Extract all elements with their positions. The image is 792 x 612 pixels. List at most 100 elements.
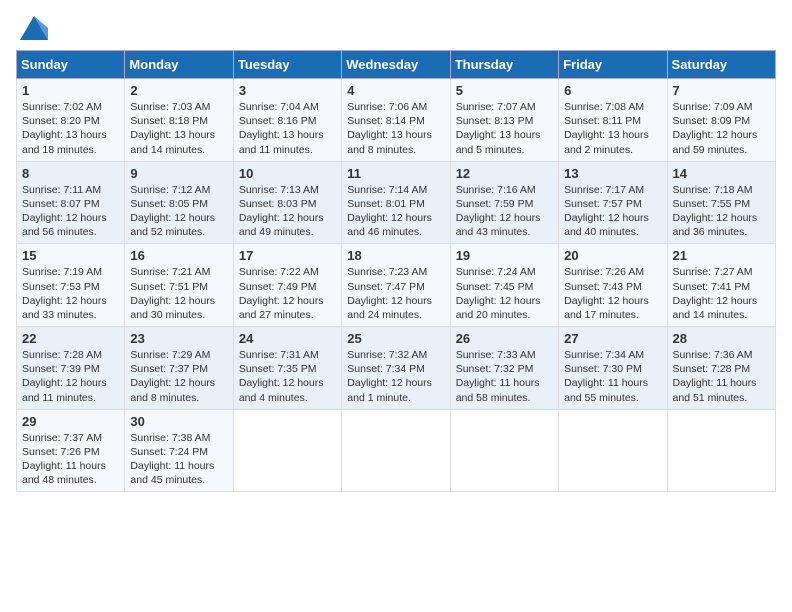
cell-info-line: Sunset: 7:47 PM bbox=[347, 280, 444, 294]
days-header-row: SundayMondayTuesdayWednesdayThursdayFrid… bbox=[17, 51, 776, 79]
day-header-monday: Monday bbox=[125, 51, 233, 79]
cell-info-line: Sunset: 7:37 PM bbox=[130, 362, 227, 376]
cell-info-line: Sunrise: 7:37 AM bbox=[22, 431, 119, 445]
cell-info-line: Sunrise: 7:11 AM bbox=[22, 183, 119, 197]
calendar-cell: 21Sunrise: 7:27 AMSunset: 7:41 PMDayligh… bbox=[667, 244, 775, 327]
cell-info-line: Sunset: 8:16 PM bbox=[239, 114, 336, 128]
cell-info-line: Daylight: 11 hours bbox=[673, 376, 770, 390]
calendar-cell: 16Sunrise: 7:21 AMSunset: 7:51 PMDayligh… bbox=[125, 244, 233, 327]
cell-info-line: and 36 minutes. bbox=[673, 225, 770, 239]
cell-info-line: Sunset: 7:51 PM bbox=[130, 280, 227, 294]
cell-info-line: Sunrise: 7:13 AM bbox=[239, 183, 336, 197]
calendar-table: SundayMondayTuesdayWednesdayThursdayFrid… bbox=[16, 50, 776, 492]
day-number: 14 bbox=[673, 166, 770, 181]
cell-info-line: Daylight: 11 hours bbox=[456, 376, 553, 390]
cell-info-line: Daylight: 12 hours bbox=[564, 294, 661, 308]
calendar-cell: 20Sunrise: 7:26 AMSunset: 7:43 PMDayligh… bbox=[559, 244, 667, 327]
cell-info-line: Sunset: 7:43 PM bbox=[564, 280, 661, 294]
cell-info-line: Sunset: 8:05 PM bbox=[130, 197, 227, 211]
cell-info-line: Sunset: 7:41 PM bbox=[673, 280, 770, 294]
calendar-cell: 5Sunrise: 7:07 AMSunset: 8:13 PMDaylight… bbox=[450, 79, 558, 162]
calendar-cell: 15Sunrise: 7:19 AMSunset: 7:53 PMDayligh… bbox=[17, 244, 125, 327]
calendar-cell: 9Sunrise: 7:12 AMSunset: 8:05 PMDaylight… bbox=[125, 161, 233, 244]
cell-info-line: Daylight: 12 hours bbox=[456, 211, 553, 225]
day-number: 25 bbox=[347, 331, 444, 346]
cell-info-line: Sunrise: 7:09 AM bbox=[673, 100, 770, 114]
calendar-cell: 23Sunrise: 7:29 AMSunset: 7:37 PMDayligh… bbox=[125, 327, 233, 410]
cell-info-line: Sunset: 8:18 PM bbox=[130, 114, 227, 128]
cell-info-line: Sunset: 8:07 PM bbox=[22, 197, 119, 211]
calendar-cell: 11Sunrise: 7:14 AMSunset: 8:01 PMDayligh… bbox=[342, 161, 450, 244]
cell-info-line: Daylight: 12 hours bbox=[347, 376, 444, 390]
cell-info-line: Sunrise: 7:34 AM bbox=[564, 348, 661, 362]
cell-info-line: and 49 minutes. bbox=[239, 225, 336, 239]
calendar-cell bbox=[667, 409, 775, 492]
cell-info-line: Daylight: 12 hours bbox=[239, 294, 336, 308]
cell-info-line: Sunrise: 7:36 AM bbox=[673, 348, 770, 362]
calendar-cell: 10Sunrise: 7:13 AMSunset: 8:03 PMDayligh… bbox=[233, 161, 341, 244]
cell-info-line: Daylight: 12 hours bbox=[673, 128, 770, 142]
week-row-2: 8Sunrise: 7:11 AMSunset: 8:07 PMDaylight… bbox=[17, 161, 776, 244]
cell-info-line: Sunset: 7:57 PM bbox=[564, 197, 661, 211]
cell-info-line: Sunset: 7:55 PM bbox=[673, 197, 770, 211]
calendar-cell: 4Sunrise: 7:06 AMSunset: 8:14 PMDaylight… bbox=[342, 79, 450, 162]
cell-info-line: Sunset: 8:14 PM bbox=[347, 114, 444, 128]
cell-info-line: and 5 minutes. bbox=[456, 143, 553, 157]
cell-info-line: and 27 minutes. bbox=[239, 308, 336, 322]
cell-info-line: Sunrise: 7:03 AM bbox=[130, 100, 227, 114]
calendar-cell: 28Sunrise: 7:36 AMSunset: 7:28 PMDayligh… bbox=[667, 327, 775, 410]
day-number: 11 bbox=[347, 166, 444, 181]
cell-info-line: and 45 minutes. bbox=[130, 473, 227, 487]
calendar-cell bbox=[450, 409, 558, 492]
cell-info-line: Sunrise: 7:32 AM bbox=[347, 348, 444, 362]
cell-info-line: and 51 minutes. bbox=[673, 391, 770, 405]
week-row-5: 29Sunrise: 7:37 AMSunset: 7:26 PMDayligh… bbox=[17, 409, 776, 492]
day-number: 10 bbox=[239, 166, 336, 181]
calendar-cell: 1Sunrise: 7:02 AMSunset: 8:20 PMDaylight… bbox=[17, 79, 125, 162]
calendar-cell: 8Sunrise: 7:11 AMSunset: 8:07 PMDaylight… bbox=[17, 161, 125, 244]
cell-info-line: and 40 minutes. bbox=[564, 225, 661, 239]
cell-info-line: and 46 minutes. bbox=[347, 225, 444, 239]
calendar-cell: 7Sunrise: 7:09 AMSunset: 8:09 PMDaylight… bbox=[667, 79, 775, 162]
day-number: 15 bbox=[22, 248, 119, 263]
day-number: 1 bbox=[22, 83, 119, 98]
day-number: 7 bbox=[673, 83, 770, 98]
cell-info-line: Daylight: 12 hours bbox=[22, 294, 119, 308]
calendar-cell: 27Sunrise: 7:34 AMSunset: 7:30 PMDayligh… bbox=[559, 327, 667, 410]
cell-info-line: Daylight: 11 hours bbox=[22, 459, 119, 473]
cell-info-line: and 2 minutes. bbox=[564, 143, 661, 157]
day-number: 3 bbox=[239, 83, 336, 98]
day-header-friday: Friday bbox=[559, 51, 667, 79]
day-header-wednesday: Wednesday bbox=[342, 51, 450, 79]
cell-info-line: Sunrise: 7:08 AM bbox=[564, 100, 661, 114]
cell-info-line: Sunrise: 7:07 AM bbox=[456, 100, 553, 114]
cell-info-line: Sunrise: 7:06 AM bbox=[347, 100, 444, 114]
logo-icon bbox=[20, 16, 48, 40]
cell-info-line: and 14 minutes. bbox=[130, 143, 227, 157]
cell-info-line: Sunrise: 7:16 AM bbox=[456, 183, 553, 197]
cell-info-line: Daylight: 12 hours bbox=[239, 211, 336, 225]
cell-info-line: Sunrise: 7:33 AM bbox=[456, 348, 553, 362]
cell-info-line: Sunset: 7:34 PM bbox=[347, 362, 444, 376]
cell-info-line: Daylight: 12 hours bbox=[564, 211, 661, 225]
day-number: 12 bbox=[456, 166, 553, 181]
cell-info-line: Sunrise: 7:38 AM bbox=[130, 431, 227, 445]
cell-info-line: Daylight: 12 hours bbox=[239, 376, 336, 390]
cell-info-line: Sunrise: 7:21 AM bbox=[130, 265, 227, 279]
cell-info-line: Sunset: 7:45 PM bbox=[456, 280, 553, 294]
logo bbox=[16, 16, 50, 40]
cell-info-line: and 18 minutes. bbox=[22, 143, 119, 157]
cell-info-line: Daylight: 12 hours bbox=[673, 294, 770, 308]
calendar-cell: 6Sunrise: 7:08 AMSunset: 8:11 PMDaylight… bbox=[559, 79, 667, 162]
day-number: 27 bbox=[564, 331, 661, 346]
cell-info-line: Sunset: 7:32 PM bbox=[456, 362, 553, 376]
calendar-cell: 12Sunrise: 7:16 AMSunset: 7:59 PMDayligh… bbox=[450, 161, 558, 244]
cell-info-line: Daylight: 12 hours bbox=[130, 376, 227, 390]
cell-info-line: Daylight: 12 hours bbox=[347, 211, 444, 225]
cell-info-line: Sunset: 7:24 PM bbox=[130, 445, 227, 459]
cell-info-line: Sunrise: 7:17 AM bbox=[564, 183, 661, 197]
cell-info-line: Sunset: 8:20 PM bbox=[22, 114, 119, 128]
cell-info-line: Daylight: 12 hours bbox=[456, 294, 553, 308]
calendar-cell bbox=[559, 409, 667, 492]
cell-info-line: Sunrise: 7:24 AM bbox=[456, 265, 553, 279]
